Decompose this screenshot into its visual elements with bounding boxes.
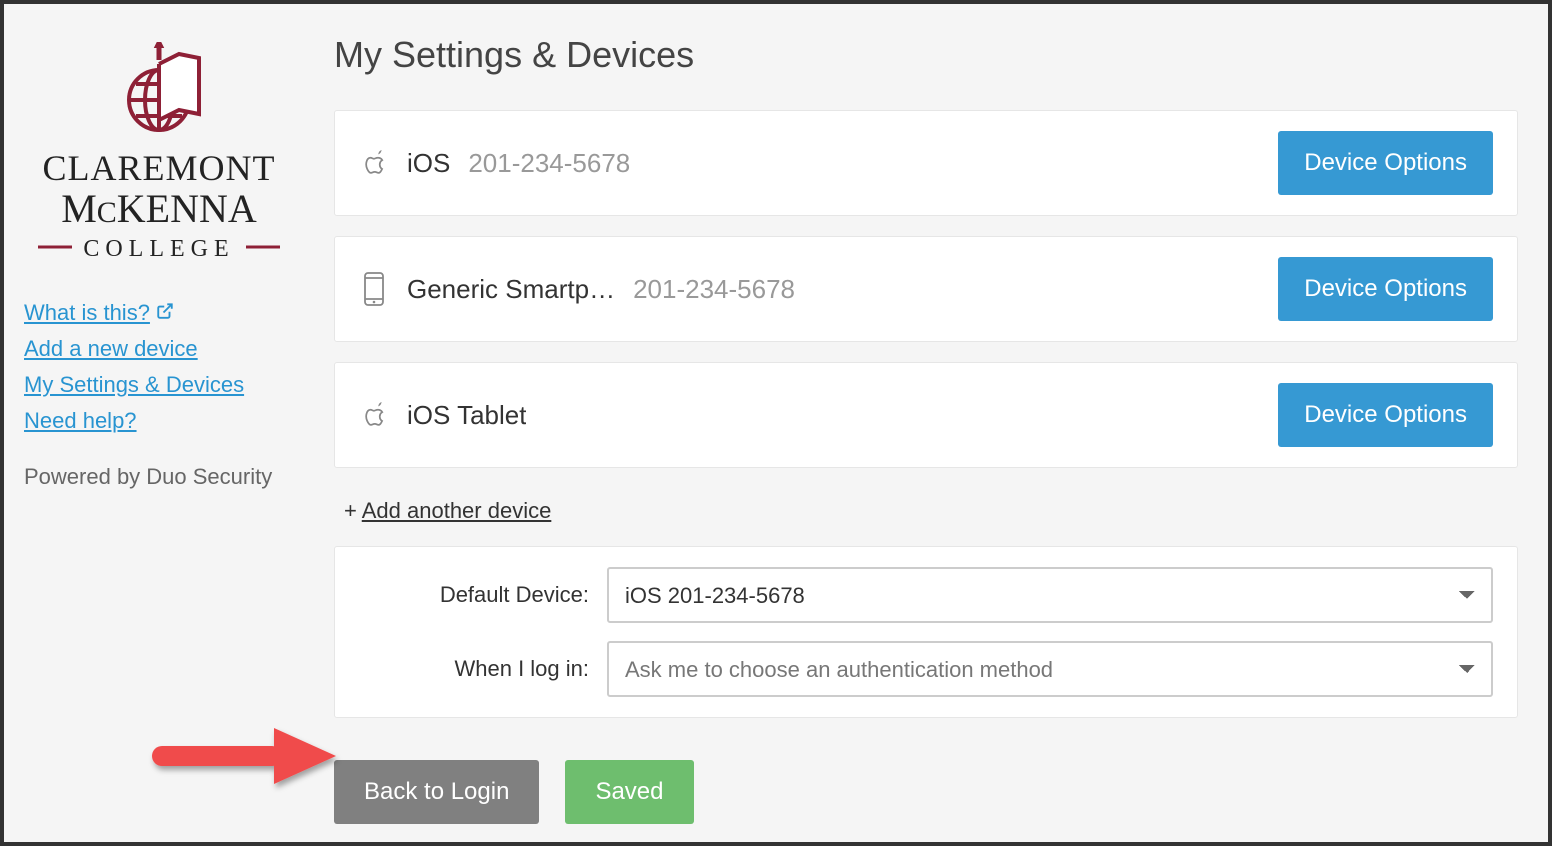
apple-icon — [359, 396, 389, 434]
powered-by-text: Powered by Duo Security — [24, 464, 294, 490]
device-phone: 201-234-5678 — [633, 274, 795, 305]
device-name: Generic Smartp… — [407, 274, 615, 305]
sidebar: CLAREMONT M MCKENNA MCKENNA COLLEGE — [24, 34, 294, 812]
device-phone: 201-234-5678 — [468, 148, 630, 179]
svg-text:COLLEGE: COLLEGE — [83, 236, 234, 262]
svg-text:MCKENNA: MCKENNA — [61, 186, 257, 231]
main-content: My Settings & Devices iOS 201-234-5678 D… — [334, 34, 1518, 812]
device-options-button[interactable]: Device Options — [1278, 257, 1493, 321]
default-device-select[interactable]: iOS 201-234-5678 — [607, 567, 1493, 623]
when-login-label: When I log in: — [359, 656, 589, 682]
back-to-login-button[interactable]: Back to Login — [334, 760, 539, 824]
add-new-device-link[interactable]: Add a new device — [24, 336, 198, 362]
page-title: My Settings & Devices — [334, 34, 1518, 76]
svg-text:CLAREMONT: CLAREMONT — [43, 148, 276, 188]
sidebar-nav: What is this? Add a new device My Settin… — [24, 300, 294, 434]
device-options-button[interactable]: Device Options — [1278, 131, 1493, 195]
action-buttons: Back to Login Saved — [334, 760, 1518, 824]
device-row: Generic Smartp… 201-234-5678 Device Opti… — [334, 236, 1518, 342]
device-name: iOS Tablet — [407, 400, 526, 431]
apple-icon — [359, 144, 389, 182]
when-login-select[interactable]: Ask me to choose an authentication metho… — [607, 641, 1493, 697]
plus-icon: + — [344, 498, 362, 523]
what-is-this-link[interactable]: What is this? — [24, 300, 174, 326]
device-row: iOS 201-234-5678 Device Options — [334, 110, 1518, 216]
saved-button[interactable]: Saved — [565, 760, 693, 824]
add-another-device-link[interactable]: Add another device — [362, 498, 552, 523]
add-another-device: + Add another device — [344, 498, 1518, 524]
brand-logo: CLAREMONT M MCKENNA MCKENNA COLLEGE — [24, 42, 294, 272]
my-settings-link[interactable]: My Settings & Devices — [24, 372, 244, 398]
need-help-link[interactable]: Need help? — [24, 408, 137, 434]
default-device-label: Default Device: — [359, 582, 589, 608]
smartphone-icon — [359, 270, 389, 308]
link-label: What is this? — [24, 300, 150, 326]
settings-panel: Default Device: iOS 201-234-5678 When I … — [334, 546, 1518, 718]
device-name: iOS — [407, 148, 450, 179]
device-options-button[interactable]: Device Options — [1278, 383, 1493, 447]
external-link-icon — [156, 300, 174, 326]
device-row: iOS Tablet Device Options — [334, 362, 1518, 468]
